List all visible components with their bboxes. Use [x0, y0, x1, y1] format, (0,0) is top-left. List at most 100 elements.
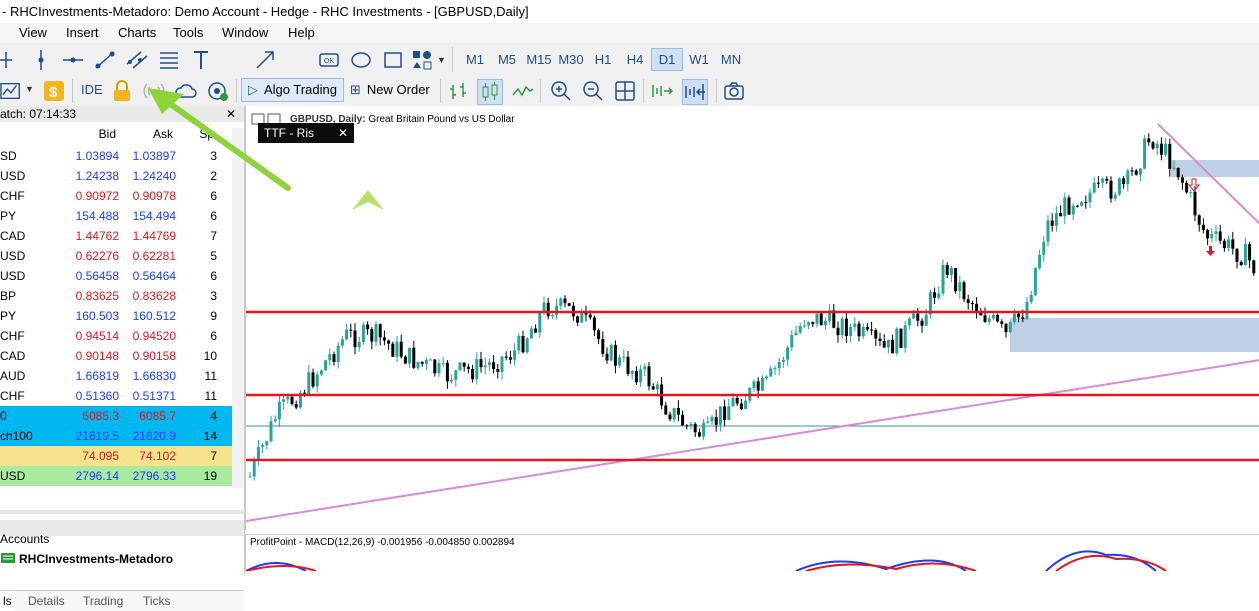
candle-body — [647, 366, 651, 387]
bid-price: 0.83625 — [75, 289, 119, 303]
bar-chart-icon[interactable] — [447, 79, 471, 103]
market-watch-row[interactable]: CHF 0.51360 0.51371 11 — [0, 386, 244, 406]
trend-line-icon[interactable] — [93, 48, 117, 72]
market-watch-row[interactable]: 74.095 74.102 7 — [0, 446, 244, 466]
vertical-line-icon[interactable] — [29, 48, 53, 72]
candle-body — [1235, 248, 1239, 262]
candle-body — [403, 356, 407, 364]
candle-body — [1017, 313, 1021, 318]
market-watch-row[interactable]: PY 160.503 160.512 9 — [0, 306, 244, 326]
shapes-icon[interactable] — [410, 48, 434, 72]
horizontal-line-icon[interactable] — [61, 48, 85, 72]
candle-body — [786, 347, 790, 360]
market-watch-row[interactable]: PY 154.488 154.494 6 — [0, 206, 244, 226]
candle-body — [395, 341, 399, 357]
ok-label-icon[interactable]: OK — [317, 48, 341, 72]
candle-body — [815, 313, 819, 324]
candle-body — [1109, 180, 1113, 199]
new-order-button[interactable]: ⊞ New Order — [344, 79, 436, 101]
candle-body — [1218, 231, 1222, 241]
menu-charts[interactable]: Charts — [118, 23, 156, 43]
timeframe-m5[interactable]: M5 — [492, 48, 522, 71]
menu-insert[interactable]: Insert — [66, 23, 99, 43]
rectangle-icon[interactable] — [381, 48, 405, 72]
tab-symbols[interactable]: ls — [0, 591, 15, 611]
market-watch-row[interactable]: USD 2796.14 2796.33 19 — [0, 466, 244, 486]
accounts-item[interactable]: Accounts — [0, 531, 49, 547]
auto-scroll-icon[interactable] — [650, 79, 674, 103]
candle-body — [496, 369, 500, 372]
candle-body — [307, 372, 311, 394]
spread-value: 5 — [210, 249, 217, 263]
market-watch-row[interactable]: CHF 0.94514 0.94520 6 — [0, 326, 244, 346]
arrow-icon[interactable] — [253, 48, 277, 72]
timeframe-m30[interactable]: M30 — [556, 48, 586, 71]
fibonacci-icon[interactable] — [157, 48, 181, 72]
chart-shift-icon[interactable] — [682, 79, 708, 105]
bid-price: 0.90972 — [75, 189, 119, 203]
spread-value: 7 — [210, 229, 217, 243]
toolbar-separator — [452, 47, 453, 72]
screenshot-icon[interactable] — [722, 79, 746, 103]
ask-price: 1.66830 — [132, 369, 176, 383]
candle-body — [1059, 213, 1063, 217]
zoom-in-icon[interactable] — [549, 79, 573, 103]
market-watch-row[interactable]: 0 6085.3 6085.7 4 — [0, 406, 244, 426]
dollar-icon[interactable]: $ — [42, 79, 66, 103]
market-watch-row[interactable]: CAD 1.44762 1.44769 7 — [0, 226, 244, 246]
menu-help[interactable]: Help — [288, 23, 315, 43]
spread-value: 6 — [210, 329, 217, 343]
candle-body — [277, 401, 281, 420]
chart-type-dropdown-icon[interactable]: ▼ — [25, 84, 34, 94]
market-watch-row[interactable]: AUD 1.66819 1.66830 11 — [0, 366, 244, 386]
candlestick-icon[interactable] — [477, 79, 503, 105]
shapes-dropdown-icon[interactable]: ▼ — [437, 55, 446, 65]
chart-type-icon[interactable] — [0, 79, 22, 103]
candle-body — [366, 324, 370, 330]
tab-details[interactable]: Details — [28, 591, 65, 611]
text-icon[interactable] — [189, 48, 213, 72]
timeframe-m15[interactable]: M15 — [524, 48, 554, 71]
price-chart[interactable] — [246, 106, 1259, 530]
timeframe-d1[interactable]: D1 — [651, 48, 683, 71]
timeframe-h4[interactable]: H4 — [620, 48, 650, 71]
candle-body — [508, 357, 512, 360]
menu-tools[interactable]: Tools — [173, 23, 203, 43]
line-chart-icon[interactable] — [511, 79, 535, 103]
menu-view[interactable]: View — [19, 23, 47, 43]
close-icon[interactable]: ✕ — [338, 123, 348, 143]
toolbar-separator — [72, 79, 73, 103]
candle-body — [391, 343, 395, 357]
timeframe-mn[interactable]: MN — [716, 48, 746, 71]
zoom-out-icon[interactable] — [581, 79, 605, 103]
candle-body — [878, 338, 882, 342]
account-name[interactable]: RHCInvestments-Metadoro — [19, 551, 173, 567]
candle-body — [559, 298, 563, 306]
crosshair-icon[interactable] — [0, 48, 24, 72]
ellipse-icon[interactable] — [349, 48, 373, 72]
timeframe-h1[interactable]: H1 — [588, 48, 618, 71]
candle-body — [1176, 167, 1180, 178]
tile-windows-icon[interactable] — [613, 79, 637, 103]
channel-icon[interactable] — [125, 48, 149, 72]
candle-body — [626, 356, 630, 374]
candle-body — [487, 362, 491, 366]
ide-button[interactable]: IDE — [75, 79, 109, 101]
lock-icon[interactable] — [110, 79, 134, 103]
chart-window[interactable]: GBPUSD, Daily: Great Britain Pound vs US… — [245, 106, 1259, 530]
timeframe-w1[interactable]: W1 — [684, 48, 714, 71]
market-watch-row[interactable]: BP 0.83625 0.83628 3 — [0, 286, 244, 306]
tab-trading[interactable]: Trading — [83, 591, 123, 611]
candle-body — [1243, 244, 1247, 265]
column-bid[interactable]: Bid — [99, 127, 116, 141]
market-watch-row[interactable]: CAD 0.90148 0.90158 10 — [0, 346, 244, 366]
timeframe-m1[interactable]: M1 — [460, 48, 490, 71]
market-watch-row[interactable]: USD 0.62276 0.62281 5 — [0, 246, 244, 266]
market-watch-row[interactable]: USD 0.56458 0.56464 6 — [0, 266, 244, 286]
market-watch-row[interactable]: ch100 21619.5 21620.9 14 — [0, 426, 244, 446]
ask-price: 0.94520 — [132, 329, 176, 343]
tab-ticks[interactable]: Ticks — [143, 591, 171, 611]
menu-window[interactable]: Window — [222, 23, 268, 43]
candle-body — [1197, 215, 1201, 225]
macd-indicator-window[interactable]: ProfitPoint - MACD(12,26,9) -0.001956 -0… — [245, 534, 1259, 571]
